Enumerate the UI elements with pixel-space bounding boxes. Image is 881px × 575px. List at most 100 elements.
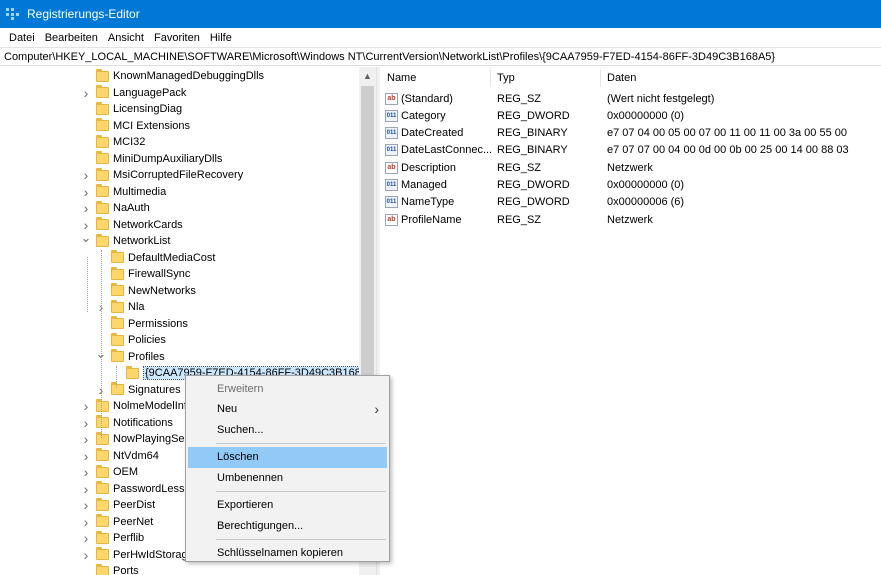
scroll-up-icon[interactable]: ▲	[359, 67, 376, 84]
chevron-right-icon[interactable]: ›	[80, 547, 92, 563]
menu-item-suchen[interactable]: Suchen...	[188, 419, 387, 440]
value-type: REG_DWORD	[497, 196, 570, 209]
column-header-type[interactable]: Typ	[497, 67, 515, 89]
binary-value-icon: 011	[385, 196, 398, 209]
chevron-right-icon[interactable]: ›	[80, 184, 92, 200]
menu-item-berechtigungen[interactable]: Berechtigungen...	[188, 515, 387, 536]
tree-node[interactable]: › Signatures	[95, 382, 181, 399]
tree-node[interactable]: Ports	[80, 563, 139, 575]
menu-ansicht[interactable]: Ansicht	[103, 32, 149, 44]
folder-icon	[111, 382, 124, 396]
menu-item-schlüsselnamen-kopieren[interactable]: Schlüsselnamen kopieren	[188, 543, 387, 564]
tree-node[interactable]: NewNetworks	[95, 283, 196, 300]
tree-node[interactable]: MiniDumpAuxiliaryDlls	[80, 151, 222, 168]
menu-bearbeiten[interactable]: Bearbeiten	[40, 32, 103, 44]
menu-hilfe[interactable]: Hilfe	[205, 32, 237, 44]
menu-item-exportieren[interactable]: Exportieren	[188, 495, 387, 516]
folder-icon	[111, 332, 124, 346]
tree-node[interactable]: › Notifications	[80, 415, 173, 432]
tree-node[interactable]: › Perflib	[80, 530, 145, 547]
folder-icon	[96, 481, 109, 495]
menu-item-neu[interactable]: Neu ›	[188, 399, 387, 420]
folder-icon	[96, 200, 109, 214]
binary-value-icon: 011	[385, 109, 398, 122]
chevron-right-icon[interactable]: ›	[80, 464, 92, 480]
chevron-right-icon[interactable]: ›	[80, 398, 92, 414]
column-header-name[interactable]: Name	[387, 67, 416, 89]
chevron-right-icon[interactable]: ›	[80, 167, 92, 183]
chevron-right-icon[interactable]: ›	[80, 514, 92, 530]
tree-node[interactable]: MCI32	[80, 134, 145, 151]
chevron-right-icon[interactable]: ›	[80, 530, 92, 546]
tree-node[interactable]: KnownManagedDebuggingDlls	[80, 68, 264, 85]
scroll-thumb[interactable]	[361, 86, 374, 386]
binary-value-icon: 011	[385, 127, 398, 140]
tree-node-label: Signatures	[128, 383, 181, 396]
value-name-cell: ab Description	[385, 161, 456, 174]
value-row[interactable]: 011 DateLastConnec... REG_BINARY e7 07 07 0…	[380, 142, 881, 159]
tree-node[interactable]: ⌄ NetworkList	[80, 230, 171, 250]
chevron-down-icon[interactable]: ⌄	[80, 230, 92, 245]
menu-favoriten[interactable]: Favoriten	[149, 32, 205, 44]
tree-node-label: FirewallSync	[128, 268, 191, 281]
chevron-right-icon[interactable]: ›	[80, 481, 92, 497]
address-bar[interactable]: Computer\HKEY_LOCAL_MACHINE\SOFTWARE\Mic…	[0, 47, 881, 66]
value-row[interactable]: 011 NameType REG_DWORD 0x00000006 (6)	[380, 194, 881, 211]
column-header-data[interactable]: Daten	[607, 67, 636, 89]
tree-node-label: MCI32	[113, 136, 146, 149]
tree-node[interactable]: ⌄ Profiles	[95, 346, 165, 366]
column-divider[interactable]	[490, 69, 491, 87]
tree-node[interactable]: › Nla	[95, 299, 145, 316]
tree-node[interactable]: › NolmeModelInf	[80, 398, 187, 415]
value-row[interactable]: 011 DateCreated REG_BINARY e7 07 04 00 05 0…	[380, 125, 881, 142]
chevron-right-icon[interactable]: ›	[80, 497, 92, 513]
tree-node[interactable]: › NtVdm64	[80, 448, 159, 465]
value-type: REG_BINARY	[497, 127, 568, 140]
folder-icon	[96, 497, 109, 511]
menu-item-umbenennen[interactable]: Umbenennen	[188, 467, 387, 488]
tree-node[interactable]: › NetworkCards	[80, 217, 183, 234]
chevron-right-icon[interactable]: ›	[80, 431, 92, 447]
tree-node[interactable]: LicensingDiag	[80, 101, 182, 118]
value-data: 0x00000000 (0)	[607, 109, 685, 122]
tree-node[interactable]: DefaultMediaCost	[95, 250, 215, 267]
tree-guide-line	[87, 257, 88, 312]
value-name-cell: 011 Category	[385, 109, 446, 122]
value-row[interactable]: ab Description REG_SZ Netzwerk	[380, 159, 881, 176]
tree-node[interactable]: › PeerNet	[80, 514, 154, 531]
value-row[interactable]: ab ProfileName REG_SZ Netzwerk	[380, 211, 881, 228]
chevron-right-icon[interactable]: ›	[80, 415, 92, 431]
folder-icon	[96, 68, 109, 82]
chevron-right-icon[interactable]: ›	[80, 448, 92, 464]
tree-node-label: Permissions	[128, 317, 188, 330]
menu-item-löschen[interactable]: Löschen	[188, 446, 387, 468]
tree-node[interactable]: › MsiCorruptedFileRecovery	[80, 167, 244, 184]
folder-icon	[111, 283, 124, 297]
tree-node[interactable]: › OEM	[80, 464, 138, 481]
tree-node[interactable]: › NaAuth	[80, 200, 150, 217]
tree-node[interactable]: › PasswordLess	[80, 481, 185, 498]
column-divider[interactable]	[600, 69, 601, 87]
tree-node-label: MsiCorruptedFileRecovery	[113, 169, 244, 182]
chevron-right-icon[interactable]: ›	[80, 85, 92, 101]
value-type: REG_SZ	[497, 213, 542, 226]
value-row[interactable]: ab (Standard) REG_SZ (Wert nicht festgelegt…	[380, 90, 881, 107]
chevron-right-icon[interactable]: ›	[80, 217, 92, 233]
tree-node[interactable]: › LanguagePack	[80, 85, 187, 102]
value-row[interactable]: 011 Category REG_DWORD 0x00000000 (0)	[380, 107, 881, 124]
tree-guide-line	[116, 366, 117, 388]
tree-node[interactable]: MCI Extensions	[80, 118, 190, 135]
tree-node-label: MiniDumpAuxiliaryDlls	[113, 152, 223, 165]
tree-node[interactable]: › PerHwIdStorage	[80, 547, 194, 564]
tree-node[interactable]: Permissions	[95, 316, 188, 333]
chevron-right-icon[interactable]: ›	[80, 200, 92, 216]
window-title: Registrierungs-Editor	[27, 7, 140, 21]
tree-node[interactable]: › PeerDist	[80, 497, 156, 514]
menu-datei[interactable]: Datei	[4, 32, 40, 44]
tree-node[interactable]: FirewallSync	[95, 266, 190, 283]
value-row[interactable]: 011 Managed REG_DWORD 0x00000000 (0)	[380, 177, 881, 194]
tree-node[interactable]: › Multimedia	[80, 184, 167, 201]
folder-icon	[96, 167, 109, 181]
